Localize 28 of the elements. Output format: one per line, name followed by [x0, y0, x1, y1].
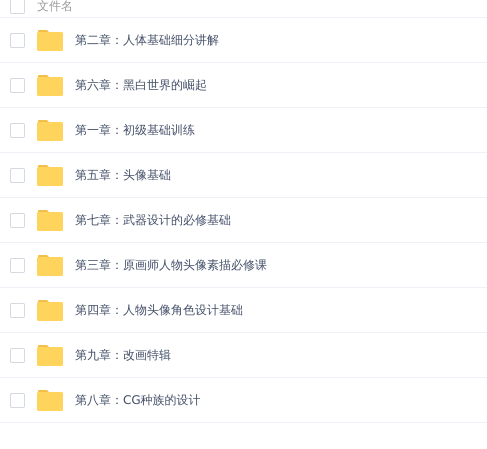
folder-icon [37, 29, 63, 51]
folder-name[interactable]: 第六章：黑白世界的崛起 [75, 76, 207, 94]
folder-icon [37, 254, 63, 276]
folder-icon [37, 119, 63, 141]
folder-icon [37, 164, 63, 186]
folder-icon [37, 74, 63, 96]
folder-icon [37, 209, 63, 231]
folder-name[interactable]: 第二章：人体基础细分讲解 [75, 32, 219, 48]
row-checkbox[interactable] [10, 348, 25, 362]
folder-name[interactable]: 第五章：头像基础 [75, 166, 171, 184]
row-checkbox[interactable] [10, 78, 25, 92]
folder-icon [37, 344, 63, 366]
folder-icon [37, 299, 63, 321]
row-checkbox[interactable] [10, 258, 25, 272]
row-checkbox[interactable] [10, 122, 25, 138]
select-all-checkbox[interactable] [10, 0, 25, 14]
row-checkbox[interactable] [10, 392, 25, 408]
folder-name[interactable]: 第七章：武器设计的必修基础 [75, 212, 231, 228]
row-checkbox[interactable] [10, 212, 25, 228]
row-checkbox[interactable] [10, 302, 25, 318]
folder-name[interactable]: 第八章：CG种族的设计 [75, 392, 201, 408]
folder-name[interactable]: 第四章：人物头像角色设计基础 [75, 302, 243, 318]
row-checkbox[interactable] [10, 168, 25, 182]
folder-icon [37, 389, 63, 411]
folder-name[interactable]: 第九章：改画特辑 [75, 346, 171, 364]
folder-name[interactable]: 第三章：原画师人物头像素描必修课 [75, 256, 267, 274]
folder-name[interactable]: 第一章：初级基础训练 [75, 122, 195, 138]
row-checkbox[interactable] [10, 32, 25, 48]
